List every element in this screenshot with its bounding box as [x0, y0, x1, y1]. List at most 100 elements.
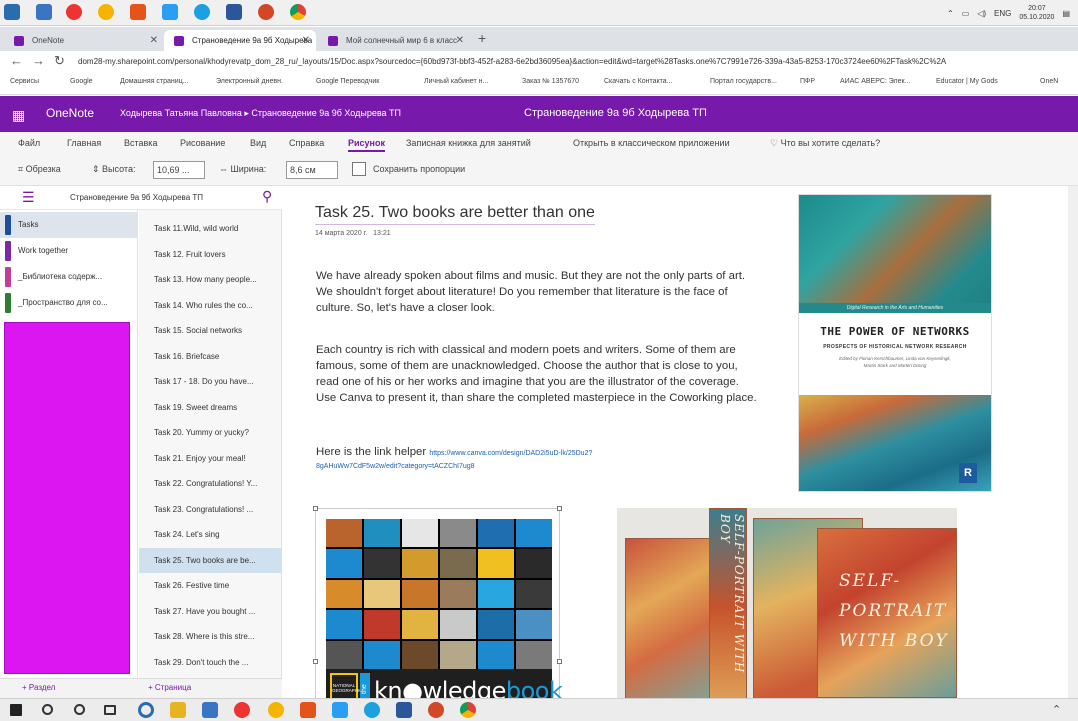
tray-chevron-icon[interactable]: ⌃ [947, 9, 954, 18]
tell-me-search[interactable]: ♡ Что вы хотите сделать? [770, 138, 880, 149]
page-item[interactable]: Task 22. Congratulations! Y... [139, 471, 282, 496]
bookmark[interactable]: ПФР [800, 78, 815, 85]
search-icon[interactable] [42, 704, 53, 715]
section-item-library[interactable]: _Библиотека содерж... [0, 264, 138, 290]
bookmark[interactable]: OneN [1040, 78, 1058, 85]
height-field[interactable]: 10,69 ... [153, 161, 205, 179]
office-icon[interactable] [130, 4, 146, 20]
yandex-icon[interactable] [234, 702, 250, 718]
section-item-collab-space[interactable]: _Пространство для со... [0, 290, 138, 316]
smiley-icon[interactable] [268, 702, 284, 718]
app-icon-2[interactable] [36, 4, 52, 20]
resize-handle[interactable] [313, 506, 318, 511]
task-view-icon[interactable] [104, 705, 116, 715]
notebook-name[interactable]: Страноведение 9а 9б Ходырева ТП [70, 193, 203, 202]
edge-icon[interactable] [194, 4, 210, 20]
office-icon[interactable] [300, 702, 316, 718]
reload-icon[interactable]: ↻ [54, 53, 65, 69]
bookmark[interactable]: Портал государств... [710, 78, 777, 85]
url-field[interactable]: dom28-my.sharepoint.com/personal/khodyre… [78, 54, 1070, 70]
page-item[interactable]: Task 11.Wild, wild world [139, 216, 282, 241]
chrome-icon[interactable] [460, 702, 476, 718]
app-icon-g[interactable] [332, 702, 348, 718]
resize-handle[interactable] [557, 506, 562, 511]
app-icon-b[interactable] [202, 702, 218, 718]
page-item[interactable]: Task 14. Who rules the co... [139, 293, 282, 318]
page-item[interactable]: Task 17 - 18. Do you have... [139, 369, 282, 394]
crop-button[interactable]: ⌗ Обрезка [18, 164, 61, 175]
bookmark[interactable]: АИАС АВЕРС: Элек... [840, 78, 910, 85]
book-photo-self-portrait[interactable]: SELF-PORTRAIT WITH BOY SELF- PORTRAIT WI… [617, 508, 957, 698]
vertical-scrollbar[interactable] [1068, 186, 1078, 698]
page-item[interactable]: Task 26. Festive time [139, 573, 282, 598]
smiley-icon[interactable] [98, 4, 114, 20]
back-icon[interactable]: ← [10, 53, 23, 68]
paragraph-intro[interactable]: We have already spoken about films and m… [316, 268, 758, 316]
close-tab-icon[interactable]: ✕ [150, 30, 158, 51]
page-item[interactable]: Task 24. Let's sing [139, 522, 282, 547]
keep-ratio-checkbox[interactable] [352, 162, 366, 176]
tab-draw[interactable]: Рисование [180, 138, 225, 148]
tab-home[interactable]: Главная [67, 138, 101, 148]
page-item[interactable]: Task 27. Have you bought ... [139, 599, 282, 624]
page-item[interactable]: Task 23. Congratulations! ... [139, 497, 282, 522]
tab-file[interactable]: Файл [18, 138, 40, 148]
file-explorer-icon[interactable] [170, 702, 186, 718]
section-item-work-together[interactable]: Work together [0, 238, 138, 264]
width-field[interactable]: 8,6 см [286, 161, 338, 179]
bookmark[interactable]: Заказ № 1357670 [522, 78, 579, 85]
browser-tab-onenote[interactable]: OneNote ✕ [4, 30, 164, 51]
tab-class-notebook[interactable]: Записная книжка для занятий [406, 138, 531, 148]
resize-handle[interactable] [313, 659, 318, 664]
tab-view[interactable]: Вид [250, 138, 266, 148]
bookmark[interactable]: Educator | My Gods [936, 78, 998, 85]
page-title[interactable]: Task 25. Two books are better than one [315, 204, 595, 225]
section-item-tasks[interactable]: Tasks [0, 212, 138, 238]
notifications-icon[interactable]: ▤ [1062, 9, 1070, 18]
edge-icon[interactable] [364, 702, 380, 718]
cortana-icon[interactable] [74, 704, 85, 715]
new-tab-button[interactable]: + [478, 30, 486, 46]
app-name[interactable]: OneNote [46, 106, 94, 120]
windows-start-icon[interactable] [10, 704, 22, 716]
powerpoint-icon[interactable] [258, 4, 274, 20]
yandex-icon[interactable] [66, 4, 82, 20]
tab-insert[interactable]: Вставка [124, 138, 157, 148]
forward-icon[interactable]: → [32, 53, 45, 68]
tab-help[interactable]: Справка [289, 138, 324, 148]
resize-handle[interactable] [557, 659, 562, 664]
page-item[interactable]: Task 13. How many people... [139, 267, 282, 292]
word-icon[interactable] [396, 702, 412, 718]
clock[interactable]: 20:07 05.10.2020 [1019, 4, 1054, 22]
volume-icon[interactable]: ◁) [977, 9, 986, 18]
add-section-button[interactable]: + Раздел [22, 683, 55, 692]
paragraph-task[interactable]: Each country is rich with classical and … [316, 342, 758, 406]
page-item[interactable]: Task 29. Don't touch the ... [139, 650, 282, 675]
breadcrumb[interactable]: Ходырева Татьяна Павловна ▸ Страноведени… [120, 108, 401, 119]
tab-open-desktop[interactable]: Открыть в классическом приложении [573, 138, 730, 148]
word-icon[interactable] [226, 4, 242, 20]
bookmark[interactable]: Сервисы [10, 78, 39, 85]
tab-picture[interactable]: Рисунок [348, 138, 385, 152]
add-page-button[interactable]: + Страница [148, 683, 191, 692]
page-item-active[interactable]: Task 25. Two books are be... [139, 548, 282, 573]
bookmark[interactable]: Google [70, 78, 93, 85]
search-icon[interactable]: ⚲ [262, 188, 272, 205]
hamburger-icon[interactable]: ☰ [22, 189, 35, 206]
bookmark[interactable]: Google Переводчик [316, 78, 379, 85]
language-indicator[interactable]: ENG [994, 9, 1011, 18]
close-tab-icon[interactable]: ✕ [302, 30, 310, 51]
page-item[interactable]: Task 12. Fruit lovers [139, 242, 282, 267]
bookmark[interactable]: Электронный дневн. [216, 78, 283, 85]
chevron-up-icon[interactable]: ⌃ [1052, 703, 1068, 719]
browser-tab-third[interactable]: Мой солнечный мир 6 в класс ✕ [318, 30, 470, 51]
bookmark[interactable]: Скачать с Контакта... [604, 78, 673, 85]
app-icon-6[interactable] [162, 4, 178, 20]
page-item[interactable]: Task 15. Social networks [139, 318, 282, 343]
page-item[interactable]: Task 21. Enjoy your meal! [139, 446, 282, 471]
network-icon[interactable]: ▭ [962, 9, 970, 18]
app-launcher-icon[interactable]: ▦ [12, 107, 25, 124]
page-item[interactable]: Task 20. Yummy or yucky? [139, 420, 282, 445]
page-item[interactable]: Task 19. Sweet dreams [139, 395, 282, 420]
app-icon-1[interactable] [4, 4, 20, 20]
